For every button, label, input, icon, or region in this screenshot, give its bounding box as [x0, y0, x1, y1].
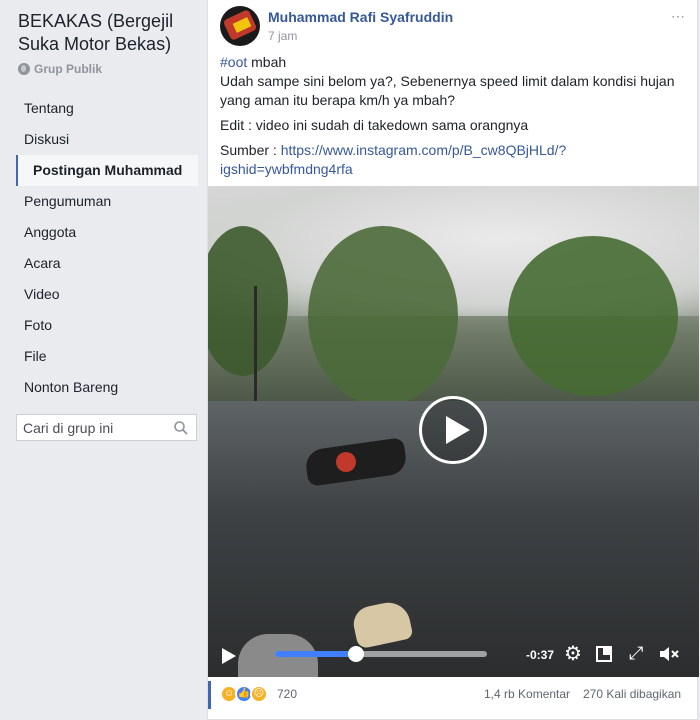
- post-footer: ☺ 👍 ☹ 720 1,4 rb Komentar 270 Kali dibag…: [208, 681, 699, 709]
- group-search-input[interactable]: [23, 419, 163, 436]
- sidebar-item-acara[interactable]: Acara: [16, 248, 198, 279]
- sidebar-item-diskusi[interactable]: Diskusi: [16, 124, 198, 155]
- post-card: Muhammad Rafi Syafruddin 7 jam ⋯ #oot mb…: [207, 0, 699, 720]
- hashtag-link[interactable]: #oot: [220, 54, 247, 70]
- reaction-count[interactable]: 720: [277, 687, 297, 701]
- sidebar-item-file[interactable]: File: [16, 341, 198, 372]
- sidebar-item-tentang[interactable]: Tentang: [16, 93, 198, 124]
- comment-count[interactable]: 1,4 rb Komentar: [484, 687, 570, 701]
- group-sidebar: BEKAKAS (Bergejil Suka Motor Bekas) Grup…: [0, 0, 204, 720]
- scrubber-handle[interactable]: [347, 646, 364, 662]
- sidebar-item-video[interactable]: Video: [16, 279, 198, 310]
- picture-in-picture-icon[interactable]: [596, 646, 612, 662]
- search-icon[interactable]: [174, 421, 188, 435]
- post-source: Sumber : https://www.instagram.com/p/B_c…: [220, 141, 690, 179]
- sidebar-item-anggota[interactable]: Anggota: [16, 217, 198, 248]
- post-hashtag-line: #oot mbah Udah sampe sini belom ya?, Sebe…: [220, 53, 690, 110]
- play-icon[interactable]: [222, 648, 236, 664]
- gear-icon[interactable]: ⚙: [564, 644, 582, 664]
- sidebar-item-pengumuman[interactable]: Pengumuman: [16, 186, 198, 217]
- post-timestamp[interactable]: 7 jam: [268, 29, 297, 43]
- group-name[interactable]: BEKAKAS (Bergejil Suka Motor Bekas): [18, 10, 202, 56]
- group-search-box: [16, 414, 197, 441]
- play-overlay-icon[interactable]: [419, 396, 487, 464]
- tree-center: [308, 226, 458, 406]
- sidebar-item-foto[interactable]: Foto: [16, 310, 198, 341]
- group-privacy-label: Grup Publik: [34, 62, 103, 76]
- post-edit-note: Edit : video ini sudah di takedown sama …: [220, 117, 529, 133]
- time-remaining: -0:37: [526, 648, 555, 662]
- mute-icon[interactable]: [659, 646, 681, 662]
- globe-icon: [18, 63, 30, 75]
- avatar[interactable]: [220, 6, 260, 46]
- group-nav: Tentang Diskusi Postingan Muhammad Pengu…: [16, 93, 198, 403]
- hashtag-suffix: mbah: [247, 54, 287, 70]
- sidebar-item-postingan-muhammad[interactable]: Postingan Muhammad: [16, 155, 198, 186]
- sidebar-item-nonton-bareng[interactable]: Nonton Bareng: [16, 372, 198, 403]
- video-scrubber[interactable]: [275, 646, 487, 662]
- group-privacy: Grup Publik: [18, 62, 102, 76]
- source-label: Sumber :: [220, 142, 281, 158]
- more-options-icon[interactable]: ⋯: [671, 8, 685, 25]
- sad-reaction-icon: ☹: [250, 685, 268, 703]
- post-text: #oot mbah Udah sampe sini belom ya?, Sebe…: [220, 53, 690, 185]
- post-body: Udah sampe sini belom ya?, Sebenernya sp…: [220, 73, 675, 108]
- reactions-summary[interactable]: ☺ 👍 ☹: [220, 685, 268, 703]
- tree-right: [508, 236, 678, 396]
- video-controls: -0:37 ⚙ ⤢: [208, 637, 699, 677]
- video-player[interactable]: -0:37 ⚙ ⤢: [208, 186, 699, 677]
- post-author[interactable]: Muhammad Rafi Syafruddin: [268, 9, 453, 25]
- share-count[interactable]: 270 Kali dibagikan: [583, 687, 681, 701]
- fullscreen-icon[interactable]: ⤢: [629, 643, 643, 663]
